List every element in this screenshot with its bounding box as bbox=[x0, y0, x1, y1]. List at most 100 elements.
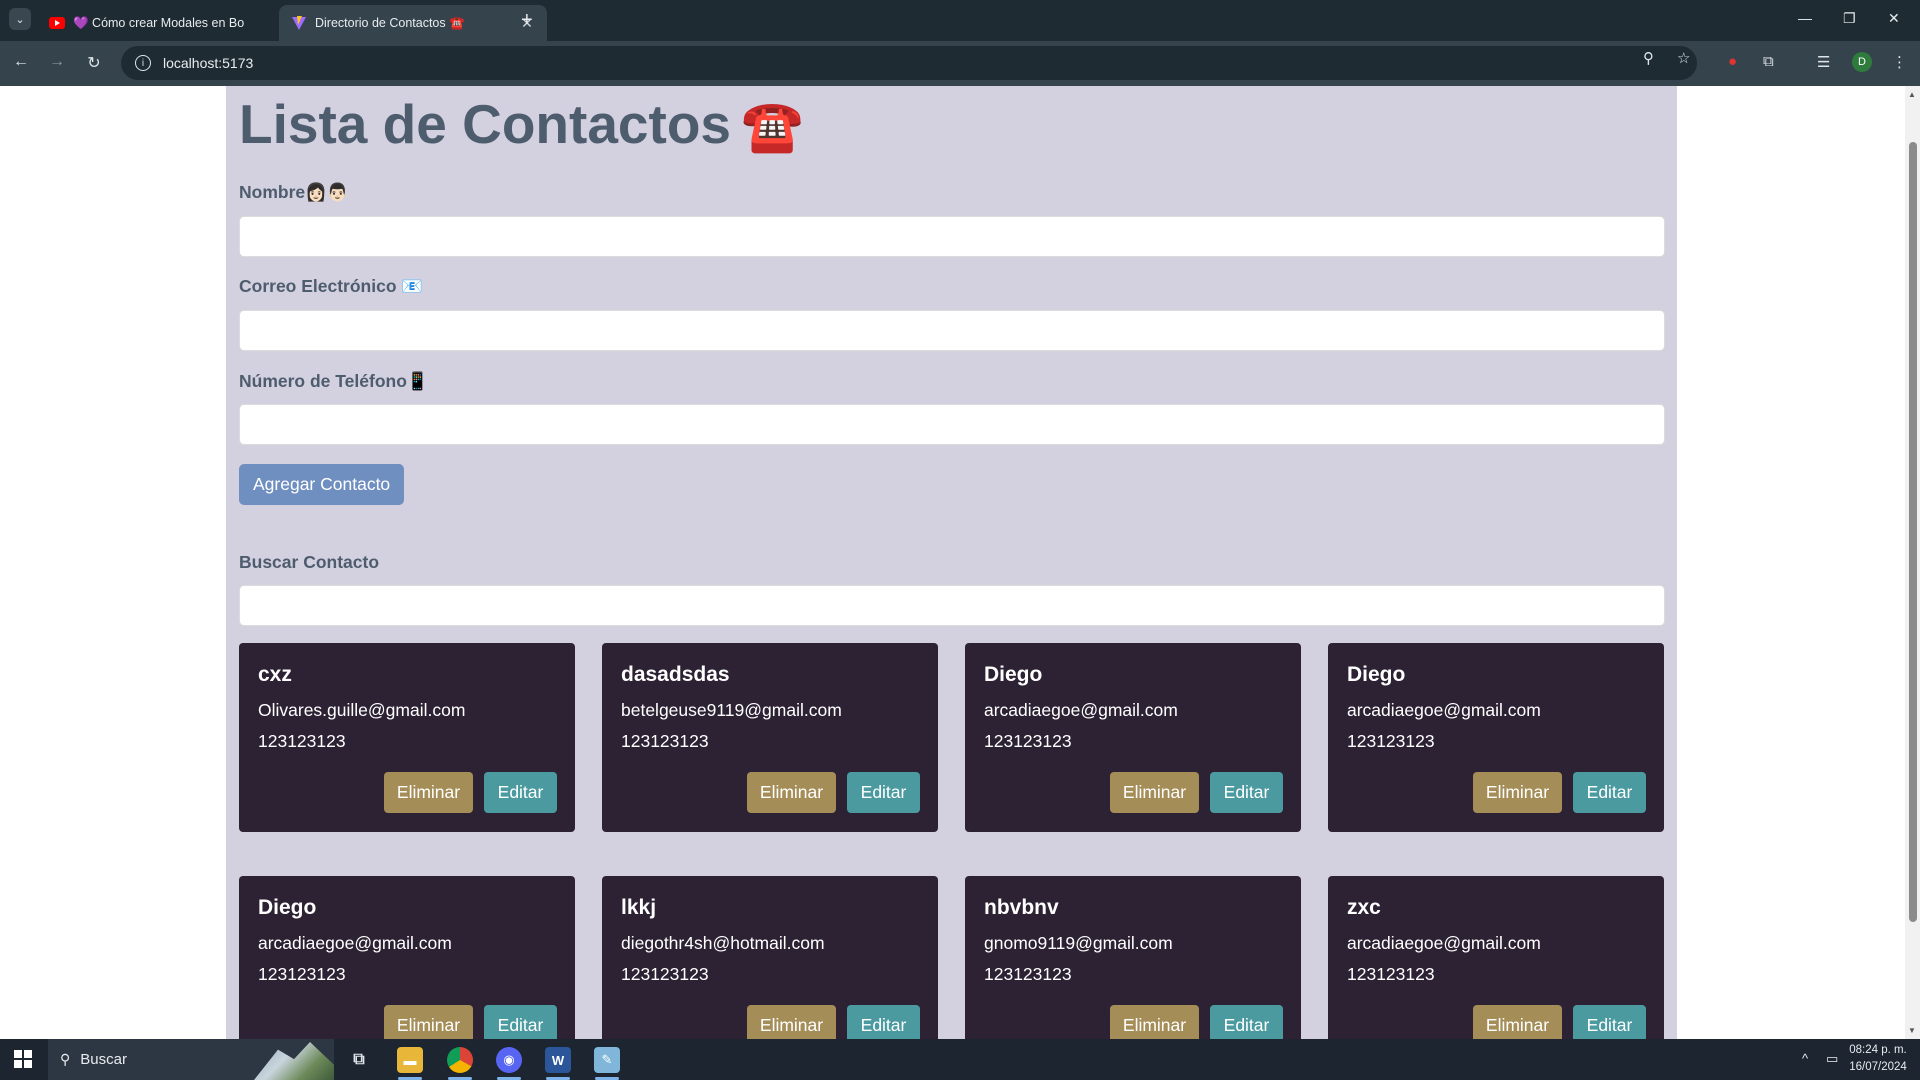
telephone-icon: ☎️ bbox=[741, 98, 804, 154]
contact-card: Diego arcadiaegoe@gmail.com 123123123 El… bbox=[965, 643, 1301, 832]
contact-phone: 123123123 bbox=[1347, 964, 1435, 984]
back-icon[interactable]: ← bbox=[11, 53, 31, 71]
page-title: Lista de Contactos ☎️ bbox=[239, 92, 803, 156]
network-icon[interactable]: ▭ bbox=[1826, 1051, 1838, 1067]
contact-card: Diego arcadiaegoe@gmail.com 123123123 El… bbox=[1328, 643, 1664, 832]
contact-phone: 123123123 bbox=[258, 731, 346, 751]
reload-icon[interactable]: ↻ bbox=[84, 53, 104, 73]
zoom-icon[interactable]: ⚲ bbox=[1643, 49, 1654, 67]
phone-label: Número de Teléfono📱 bbox=[239, 371, 429, 391]
word-icon[interactable]: W bbox=[545, 1047, 571, 1073]
page-title-text: Lista de Contactos bbox=[239, 93, 732, 155]
delete-contact-button[interactable]: Eliminar bbox=[1473, 772, 1562, 813]
delete-contact-button[interactable]: Eliminar bbox=[747, 1005, 836, 1039]
vite-icon bbox=[291, 15, 307, 31]
file-explorer-icon[interactable]: ▬ bbox=[397, 1047, 423, 1073]
contact-email: arcadiaegoe@gmail.com bbox=[1347, 700, 1541, 720]
tab-search-chevron-icon[interactable]: ⌄ bbox=[9, 8, 31, 30]
clock-time: 08:24 p. m. bbox=[1849, 1044, 1907, 1056]
search-contact-input[interactable] bbox=[239, 585, 1665, 626]
url-text: localhost:5173 bbox=[163, 55, 254, 71]
edit-contact-button[interactable]: Editar bbox=[1210, 1005, 1283, 1039]
tab-directorio[interactable]: Directorio de Contactos ☎️ ✕ bbox=[279, 5, 547, 41]
phone-input[interactable] bbox=[239, 404, 1665, 445]
close-window-icon[interactable]: ✕ bbox=[1888, 10, 1900, 27]
delete-contact-button[interactable]: Eliminar bbox=[747, 772, 836, 813]
contact-email: diegothr4sh@hotmail.com bbox=[621, 933, 825, 953]
scrollbar-thumb[interactable] bbox=[1909, 142, 1917, 922]
edit-contact-button[interactable]: Editar bbox=[1573, 772, 1646, 813]
taskbar-search[interactable]: ⚲ Buscar bbox=[48, 1039, 334, 1080]
page-scrollbar[interactable]: ▲ ▼ bbox=[1905, 86, 1920, 1039]
contact-email: arcadiaegoe@gmail.com bbox=[258, 933, 452, 953]
search-icon: ⚲ bbox=[60, 1051, 71, 1067]
taskbar-clock[interactable]: 08:24 p. m. 16/07/2024 bbox=[1848, 1042, 1908, 1076]
new-tab-icon[interactable]: + bbox=[521, 9, 533, 32]
bookmark-star-icon[interactable]: ☆ bbox=[1677, 49, 1690, 67]
email-input[interactable] bbox=[239, 310, 1665, 351]
edit-contact-button[interactable]: Editar bbox=[847, 772, 920, 813]
contact-name: lkkj bbox=[621, 896, 657, 919]
contact-card: lkkj diegothr4sh@hotmail.com 123123123 E… bbox=[602, 876, 938, 1039]
edit-contact-button[interactable]: Editar bbox=[847, 1005, 920, 1039]
browser-tab-bar: ⌄ 💜 Cómo crear Modales en Bo ✕ Directori… bbox=[0, 0, 1920, 41]
windows-start-icon[interactable] bbox=[14, 1050, 32, 1068]
scroll-up-icon[interactable]: ▲ bbox=[1908, 90, 1916, 99]
contact-name: nbvbnv bbox=[984, 896, 1059, 919]
contact-phone: 123123123 bbox=[1347, 731, 1435, 751]
contact-name: cxz bbox=[258, 663, 292, 686]
edit-contact-button[interactable]: Editar bbox=[484, 1005, 557, 1039]
contact-email: gnomo9119@gmail.com bbox=[984, 933, 1173, 953]
site-info-icon[interactable]: i bbox=[135, 55, 151, 71]
contact-name: Diego bbox=[258, 896, 317, 919]
profile-avatar[interactable]: D bbox=[1852, 52, 1872, 72]
youtube-icon bbox=[49, 15, 65, 31]
contact-phone: 123123123 bbox=[621, 964, 709, 984]
extensions-puzzle-icon[interactable]: ⧉ bbox=[1763, 53, 1774, 70]
extension-icon[interactable]: ● bbox=[1728, 53, 1737, 70]
notes-app-icon[interactable]: ✎ bbox=[594, 1047, 620, 1073]
contacts-app-container: Lista de Contactos ☎️ Nombre👩🏻‍👨🏻 Correo … bbox=[226, 86, 1677, 1039]
contact-email: Olivares.guille@gmail.com bbox=[258, 700, 466, 720]
address-bar[interactable]: i localhost:5173 bbox=[121, 46, 1697, 80]
taskbar-search-placeholder: Buscar bbox=[80, 1051, 127, 1068]
delete-contact-button[interactable]: Eliminar bbox=[384, 1005, 473, 1039]
tray-chevron-icon[interactable]: ^ bbox=[1802, 1051, 1808, 1066]
scroll-down-icon[interactable]: ▼ bbox=[1908, 1026, 1916, 1035]
contact-card: Diego arcadiaegoe@gmail.com 123123123 El… bbox=[239, 876, 575, 1039]
contact-email: betelgeuse9119@gmail.com bbox=[621, 700, 842, 720]
edit-contact-button[interactable]: Editar bbox=[1573, 1005, 1646, 1039]
menu-kebab-icon[interactable]: ⋮ bbox=[1892, 53, 1907, 71]
contact-phone: 123123123 bbox=[984, 731, 1072, 751]
windows-taskbar: ⚲ Buscar ⧉ ▬ ◉ W ✎ ^ ▭ 08:24 p. m. 16/07… bbox=[0, 1039, 1920, 1080]
edit-contact-button[interactable]: Editar bbox=[1210, 772, 1283, 813]
task-view-icon[interactable]: ⧉ bbox=[346, 1047, 372, 1073]
contact-email: arcadiaegoe@gmail.com bbox=[984, 700, 1178, 720]
contact-email: arcadiaegoe@gmail.com bbox=[1347, 933, 1541, 953]
contact-name: zxc bbox=[1347, 896, 1381, 919]
tab-title: 💜 Cómo crear Modales en Bo bbox=[73, 15, 245, 30]
edit-contact-button[interactable]: Editar bbox=[484, 772, 557, 813]
contact-card: cxz Olivares.guille@gmail.com 123123123 … bbox=[239, 643, 575, 832]
discord-icon[interactable]: ◉ bbox=[496, 1047, 522, 1073]
contact-name: Diego bbox=[1347, 663, 1406, 686]
tab-modales[interactable]: 💜 Cómo crear Modales en Bo ✕ bbox=[37, 5, 305, 41]
delete-contact-button[interactable]: Eliminar bbox=[1473, 1005, 1562, 1039]
contact-card: nbvbnv gnomo9119@gmail.com 123123123 Eli… bbox=[965, 876, 1301, 1039]
name-label: Nombre👩🏻‍👨🏻 bbox=[239, 182, 349, 202]
media-control-icon[interactable]: ☰ bbox=[1817, 53, 1830, 71]
delete-contact-button[interactable]: Eliminar bbox=[1110, 1005, 1199, 1039]
name-input[interactable] bbox=[239, 216, 1665, 257]
restore-icon[interactable]: ❐ bbox=[1843, 10, 1856, 27]
contact-card: dasadsdas betelgeuse9119@gmail.com 12312… bbox=[602, 643, 938, 832]
browser-toolbar: ← → ↻ i localhost:5173 ⚲ ☆ ● ⧉ ☰ D ⋮ bbox=[0, 41, 1920, 86]
search-highlight-image bbox=[254, 1042, 334, 1080]
chrome-icon[interactable] bbox=[447, 1047, 473, 1073]
tab-title: Directorio de Contactos ☎️ bbox=[315, 15, 465, 30]
add-contact-button[interactable]: Agregar Contacto bbox=[239, 464, 405, 505]
forward-icon[interactable]: → bbox=[47, 53, 67, 71]
minimize-icon[interactable]: — bbox=[1798, 10, 1812, 26]
delete-contact-button[interactable]: Eliminar bbox=[384, 772, 473, 813]
delete-contact-button[interactable]: Eliminar bbox=[1110, 772, 1199, 813]
page-viewport: Lista de Contactos ☎️ Nombre👩🏻‍👨🏻 Correo … bbox=[0, 86, 1905, 1039]
